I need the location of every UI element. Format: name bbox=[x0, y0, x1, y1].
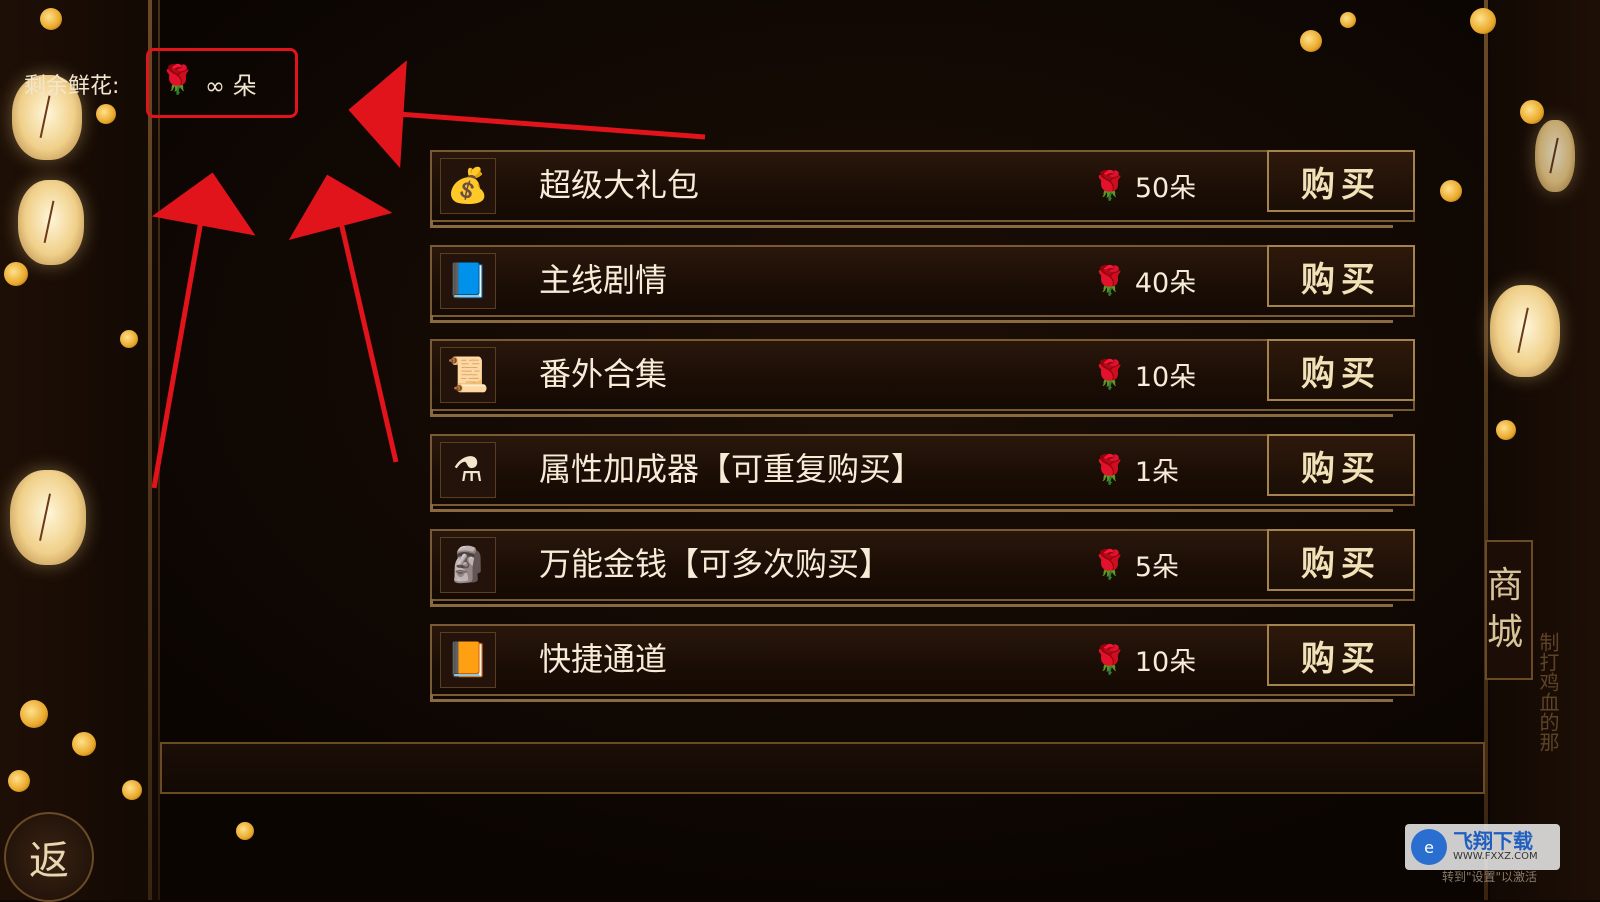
shop-item-row: 💰 超级大礼包 🌹 50朵 购买 bbox=[430, 150, 1415, 228]
rose-icon: 🌹 bbox=[1092, 548, 1127, 581]
blossom-decoration bbox=[20, 700, 48, 728]
item-price: 🌹 1朵 bbox=[1092, 450, 1179, 489]
rose-icon: 🌹 bbox=[1092, 358, 1127, 391]
activate-windows-text: 转到"设置"以激活 bbox=[1442, 870, 1538, 884]
price-text: 50朵 bbox=[1134, 173, 1197, 204]
remaining-flowers-label: 剩余鲜花: bbox=[24, 74, 120, 99]
blossom-decoration bbox=[1470, 8, 1496, 34]
item-name: 快捷通道 bbox=[539, 640, 668, 678]
item-price: 🌹 50朵 bbox=[1092, 166, 1196, 205]
lantern-decoration bbox=[1490, 285, 1560, 377]
rose-icon: 🌹 bbox=[1092, 453, 1127, 486]
rose-icon: 🌹 bbox=[1092, 264, 1127, 297]
item-price: 🌹 5朵 bbox=[1092, 545, 1179, 584]
buy-button[interactable]: 购买 bbox=[1267, 529, 1415, 591]
shop-item-row: 🗿 万能金钱【可多次购买】 🌹 5朵 购买 bbox=[430, 529, 1415, 607]
watermark-title: 飞翔下载 bbox=[1453, 829, 1533, 853]
buy-button[interactable]: 购买 bbox=[1267, 150, 1415, 212]
bottom-frame-bar bbox=[160, 742, 1485, 794]
buy-button[interactable]: 购买 bbox=[1267, 624, 1415, 686]
back-button[interactable]: 返 bbox=[4, 812, 94, 902]
scroll-icon: 📜 bbox=[440, 347, 496, 403]
buy-button[interactable]: 购买 bbox=[1267, 339, 1415, 401]
blossom-decoration bbox=[1300, 30, 1322, 52]
item-name: 属性加成器【可重复购买】 bbox=[539, 450, 924, 488]
side-vertical-text: 制打鸡血的那 bbox=[1536, 632, 1560, 752]
blossom-decoration bbox=[120, 330, 138, 348]
price-text: 10朵 bbox=[1134, 362, 1197, 393]
price-text: 10朵 bbox=[1134, 647, 1197, 678]
watermark-logo-icon: e bbox=[1411, 829, 1447, 865]
blossom-decoration bbox=[4, 262, 28, 286]
blossom-decoration bbox=[96, 104, 116, 124]
blossom-decoration bbox=[236, 822, 254, 840]
blossom-decoration bbox=[40, 8, 62, 30]
blossom-decoration bbox=[1520, 100, 1544, 124]
frame-left-line bbox=[148, 0, 152, 900]
rose-icon: 🌹 bbox=[160, 63, 195, 96]
item-name: 番外合集 bbox=[539, 355, 668, 393]
blossom-decoration bbox=[72, 732, 96, 756]
watermark-text: 飞翔下载 WWW.FXXZ.COM bbox=[1453, 831, 1538, 863]
shop-item-row: 📜 番外合集 🌹 10朵 购买 bbox=[430, 339, 1415, 417]
gate-icon: 📙 bbox=[440, 632, 496, 688]
blossom-decoration bbox=[1340, 12, 1356, 28]
lantern-decoration bbox=[1535, 120, 1575, 192]
item-price: 🌹 10朵 bbox=[1092, 640, 1196, 679]
watermark: e 飞翔下载 WWW.FXXZ.COM bbox=[1405, 824, 1560, 870]
item-price: 🌹 10朵 bbox=[1092, 355, 1196, 394]
shop-item-row: 📙 快捷通道 🌹 10朵 购买 bbox=[430, 624, 1415, 702]
buy-button[interactable]: 购买 bbox=[1267, 434, 1415, 496]
remaining-flowers-value: ∞ 朵 bbox=[205, 72, 257, 100]
price-text: 40朵 bbox=[1134, 268, 1197, 299]
lantern-decoration bbox=[18, 180, 84, 265]
item-name: 超级大礼包 bbox=[539, 166, 700, 204]
price-text: 1朵 bbox=[1134, 457, 1180, 488]
blossom-decoration bbox=[1440, 180, 1462, 202]
shop-tab-label: 商城 bbox=[1487, 565, 1524, 653]
lantern-decoration bbox=[10, 470, 86, 565]
watermark-url: WWW.FXXZ.COM bbox=[1453, 851, 1538, 862]
shop-item-row: ⚗ 属性加成器【可重复购买】 🌹 1朵 购买 bbox=[430, 434, 1415, 512]
shop-item-row: 📘 主线剧情 🌹 40朵 购买 bbox=[430, 245, 1415, 323]
potion-icon: ⚗ bbox=[440, 442, 496, 498]
price-text: 5朵 bbox=[1134, 552, 1180, 583]
rose-icon: 🌹 bbox=[1092, 643, 1127, 676]
shop-tab[interactable]: 商城 bbox=[1485, 540, 1533, 680]
money-bag-icon: 💰 bbox=[440, 158, 496, 214]
item-price: 🌹 40朵 bbox=[1092, 261, 1196, 300]
blossom-decoration bbox=[8, 770, 30, 792]
book-icon: 📘 bbox=[440, 253, 496, 309]
rose-icon: 🌹 bbox=[1092, 169, 1127, 202]
blossom-decoration bbox=[122, 780, 142, 800]
blossom-decoration bbox=[1496, 420, 1516, 440]
item-name: 主线剧情 bbox=[539, 261, 668, 299]
item-name: 万能金钱【可多次购买】 bbox=[539, 545, 892, 583]
buy-button[interactable]: 购买 bbox=[1267, 245, 1415, 307]
golden-statue-icon: 🗿 bbox=[440, 537, 496, 593]
